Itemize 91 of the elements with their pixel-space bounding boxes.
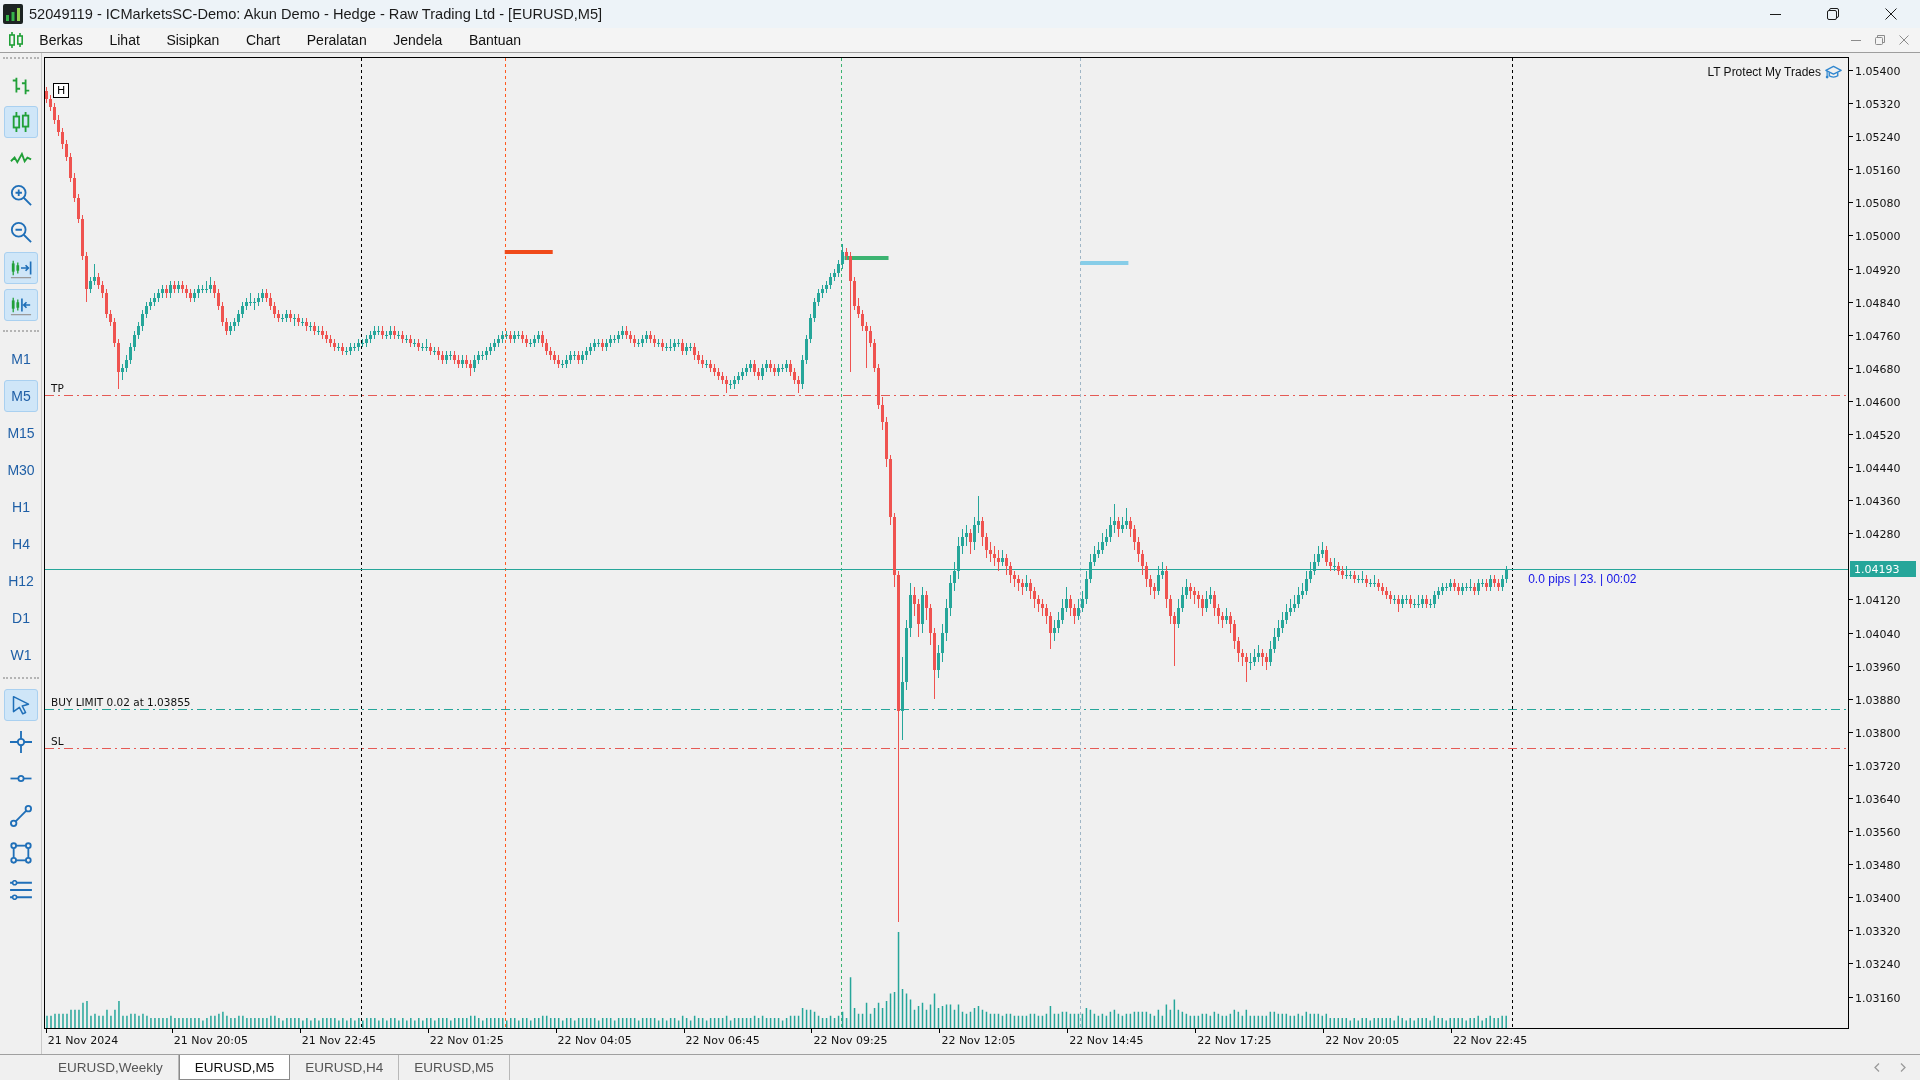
price-axis-label: 1.03960 — [1855, 660, 1901, 674]
price-axis-label: 1.04440 — [1855, 461, 1901, 475]
letter-label: H — [53, 83, 70, 98]
menu-item[interactable]: Jendela — [380, 29, 456, 51]
time-axis-label: 22 Nov 12:05 — [941, 1034, 1016, 1047]
price-axis-label: 1.03240 — [1855, 957, 1901, 971]
time-axis-label: 22 Nov 22:45 — [1453, 1034, 1528, 1047]
crosshair-icon[interactable] — [10, 730, 32, 753]
menu-item[interactable]: Lihat — [96, 29, 154, 51]
graduation-cap-icon — [1825, 65, 1842, 79]
price-axis-label: 1.04600 — [1855, 395, 1901, 409]
window-title: 52049119 - ICMarketsSC-Demo: Akun Demo - Hedge - Raw Trading Ltd - [EURUSD,M5] — [29, 6, 603, 22]
chevron-left-icon[interactable] — [1874, 1063, 1880, 1072]
timeframe-button[interactable]: H12 — [4, 564, 38, 597]
chevron-right-icon[interactable] — [1900, 1063, 1906, 1072]
time-axis-label: 22 Nov 17:25 — [1197, 1034, 1272, 1047]
price-axis-label: 1.05400 — [1855, 64, 1901, 78]
minimize-icon[interactable] — [1769, 13, 1781, 15]
price-axis-label: 1.05320 — [1855, 97, 1901, 111]
price-axis-label: 1.03800 — [1855, 726, 1901, 740]
current-price-label: 1.04193 — [1850, 561, 1916, 577]
price-axis-label: 1.03880 — [1855, 693, 1901, 707]
price-axis-label: 1.03320 — [1855, 924, 1901, 938]
price-axis-label: 1.04360 — [1855, 494, 1901, 508]
toolbar-button[interactable] — [4, 288, 38, 321]
time-axis-label: 22 Nov 01:25 — [429, 1034, 504, 1047]
price-axis-label: 1.05240 — [1855, 130, 1901, 144]
price-axis-label: 1.03560 — [1855, 825, 1901, 839]
price-axis-label: 1.03480 — [1855, 858, 1901, 872]
price-level-label: BUY LIMIT 0.02 at 1.03855 — [51, 695, 191, 708]
timeframe-button[interactable]: W1 — [4, 638, 38, 671]
timeframe-button[interactable]: D1 — [4, 601, 38, 634]
zoom-in-icon[interactable] — [10, 184, 32, 207]
line-chart-icon[interactable] — [10, 152, 32, 166]
info-label: 0.0 pips | 23. | 00:02 — [1528, 572, 1637, 587]
timeframe-button[interactable]: M5 — [4, 379, 38, 412]
toolbar-button[interactable] — [4, 106, 38, 139]
price-axis-label: 1.04760 — [1855, 329, 1901, 343]
time-axis-label: 22 Nov 06:45 — [685, 1034, 760, 1047]
close-icon[interactable] — [1885, 8, 1897, 20]
menu-item[interactable]: Chart — [232, 29, 294, 51]
zoom-out-icon[interactable] — [10, 220, 32, 243]
price-axis-label: 1.03400 — [1855, 891, 1901, 905]
menu-item[interactable]: Peralatan — [293, 29, 380, 51]
timeframe-button[interactable]: H4 — [4, 527, 38, 560]
menu-item[interactable]: Bantuan — [455, 29, 535, 51]
chart-tab[interactable]: EURUSD,H4 — [290, 1055, 400, 1080]
trend-line-icon[interactable] — [10, 804, 32, 827]
ref-line-label: 1.04193 — [1854, 563, 1900, 576]
time-axis-label: 21 Nov 22:45 — [301, 1034, 376, 1047]
candlestick-icon[interactable] — [10, 111, 32, 134]
price-axis-label: 1.05000 — [1855, 229, 1901, 243]
price-axis-label: 1.04120 — [1855, 593, 1901, 607]
menu-item[interactable]: Berkas — [26, 29, 97, 51]
restore-icon[interactable] — [1827, 8, 1839, 20]
price-level-label: SL — [51, 734, 64, 747]
timeframe-button[interactable]: H1 — [4, 490, 38, 523]
horizontal-line-icon[interactable] — [10, 775, 32, 783]
price-axis-label: 1.05080 — [1855, 196, 1901, 210]
cursor-icon[interactable] — [11, 694, 31, 715]
time-axis-label: 22 Nov 20:05 — [1325, 1034, 1400, 1047]
timeframe-button[interactable]: M30 — [4, 453, 38, 486]
chart-tab[interactable]: EURUSD,M5 — [178, 1055, 291, 1080]
price-axis-label: 1.03720 — [1855, 759, 1901, 773]
price-axis-label: 1.04920 — [1855, 263, 1901, 277]
price-axis-label: 1.03640 — [1855, 792, 1901, 806]
time-axis-label: 22 Nov 09:25 — [813, 1034, 888, 1047]
chart-tab[interactable]: EURUSD,M5 — [399, 1055, 510, 1080]
time-axis-label: 21 Nov 2024 — [47, 1034, 119, 1047]
chart-tab[interactable]: EURUSD,Weekly — [43, 1055, 179, 1080]
timeframe-button[interactable]: M15 — [4, 416, 38, 449]
time-axis-label: 21 Nov 20:05 — [173, 1034, 248, 1047]
app-logo-icon — [3, 4, 23, 24]
toolbar-button[interactable] — [4, 688, 38, 721]
price-axis-label: 1.04680 — [1855, 362, 1901, 376]
price-level-label: TP — [51, 381, 64, 394]
time-axis-label: 22 Nov 04:05 — [557, 1034, 632, 1047]
timeframe-button[interactable]: M1 — [4, 342, 38, 375]
indicator-label: LT Protect My Trades — [1707, 65, 1821, 79]
price-axis-label: 1.05160 — [1855, 163, 1901, 177]
price-axis-label: 1.03160 — [1855, 991, 1901, 1005]
time-axis-label: 22 Nov 14:45 — [1069, 1034, 1144, 1047]
price-axis-label: 1.04280 — [1855, 527, 1901, 541]
candlestick-icon — [7, 31, 25, 49]
price-axis-label: 1.04040 — [1855, 627, 1901, 641]
rectangle-icon[interactable] — [10, 841, 32, 864]
price-axis-label: 1.04520 — [1855, 428, 1901, 442]
parallel-lines-icon[interactable] — [10, 879, 32, 900]
price-axis-label: 1.04840 — [1855, 296, 1901, 310]
toolbar-button[interactable] — [4, 252, 38, 285]
menu-item[interactable]: Sisipkan — [153, 29, 233, 51]
